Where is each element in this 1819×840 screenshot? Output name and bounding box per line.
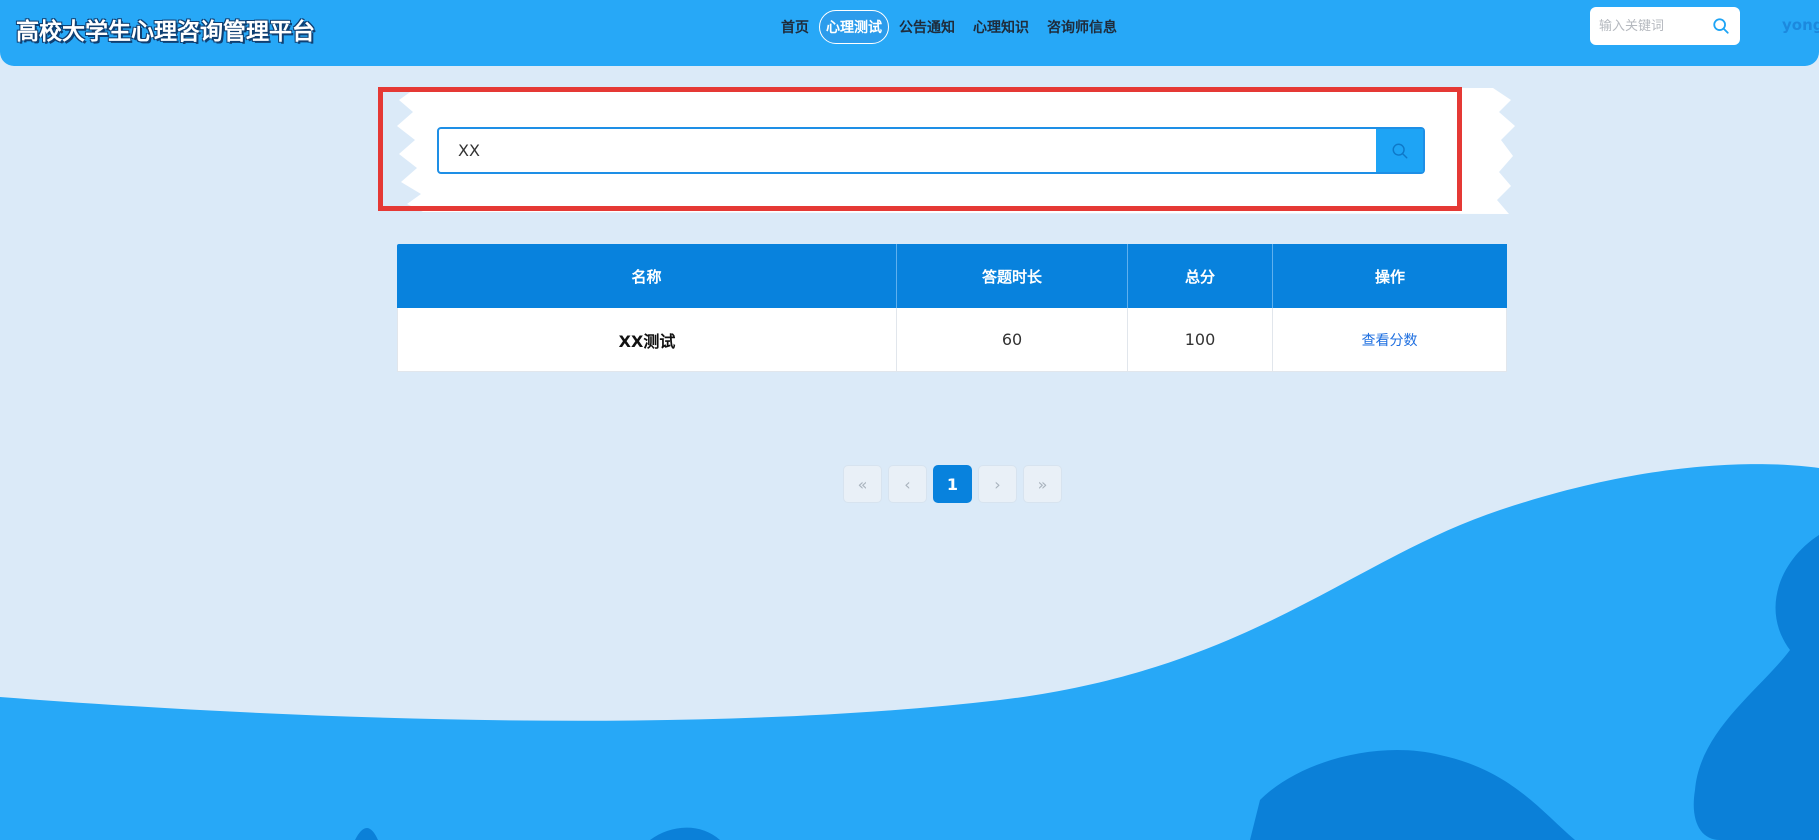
search-icon[interactable]: [1712, 17, 1730, 35]
col-header-score: 总分: [1128, 244, 1273, 308]
col-header-action: 操作: [1273, 244, 1507, 308]
page-1-button[interactable]: 1: [933, 465, 972, 503]
col-header-duration: 答题时长: [897, 244, 1128, 308]
search-icon: [1392, 143, 1407, 158]
main-nav: 首页 心理测试 公告通知 心理知识 咨询师信息: [772, 9, 1126, 44]
prev-page-button[interactable]: ‹: [888, 465, 927, 503]
top-header: 高校大学生心理咨询管理平台 首页 心理测试 公告通知 心理知识 咨询师信息 yo…: [0, 0, 1819, 66]
results-table: 名称 答题时长 总分 操作 XX测试 60 100 查看分数: [397, 244, 1507, 372]
table-row: XX测试 60 100 查看分数: [397, 308, 1507, 372]
username[interactable]: yong: [1782, 16, 1819, 34]
cell-test-name: XX测试: [397, 308, 897, 372]
cell-score: 100: [1128, 308, 1273, 372]
nav-counselor-info[interactable]: 咨询师信息: [1039, 11, 1125, 43]
last-page-button[interactable]: »: [1023, 465, 1062, 503]
col-header-name: 名称: [397, 244, 897, 308]
header-search-box: [1590, 7, 1740, 45]
table-header-row: 名称 答题时长 总分 操作: [397, 244, 1507, 308]
site-title: 高校大学生心理咨询管理平台: [16, 19, 315, 45]
test-search-input[interactable]: [439, 129, 1376, 172]
pagination: « ‹ 1 › »: [843, 465, 1062, 503]
header-search-input[interactable]: [1599, 18, 1707, 34]
nav-psych-test[interactable]: 心理测试: [819, 9, 889, 44]
nav-announcements[interactable]: 公告通知: [891, 11, 963, 43]
cell-duration: 60: [897, 308, 1128, 372]
test-search-button[interactable]: [1376, 129, 1423, 172]
view-score-link[interactable]: 查看分数: [1362, 333, 1418, 349]
test-search-box: [437, 127, 1425, 174]
next-page-button[interactable]: ›: [978, 465, 1017, 503]
nav-psych-knowledge[interactable]: 心理知识: [965, 11, 1037, 43]
first-page-button[interactable]: «: [843, 465, 882, 503]
nav-home[interactable]: 首页: [773, 11, 817, 43]
cell-action: 查看分数: [1273, 308, 1507, 372]
